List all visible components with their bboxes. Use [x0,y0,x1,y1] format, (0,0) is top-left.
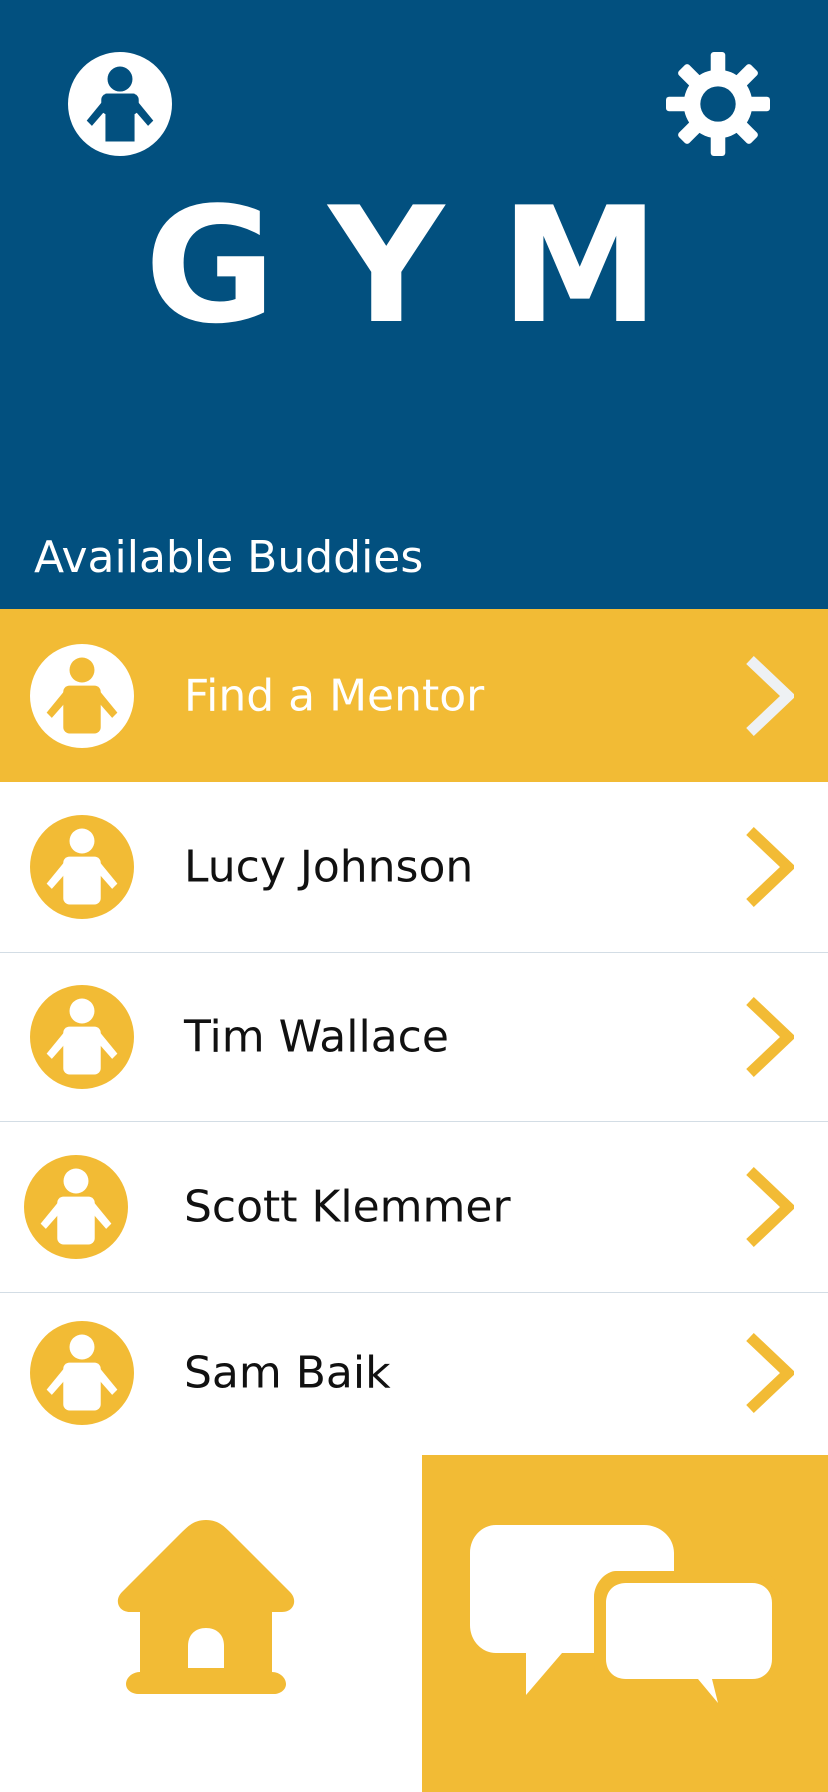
buddy-name: Sam Baik [184,1347,391,1399]
person-icon [30,985,134,1089]
chevron-right-icon [742,655,794,736]
app-header: GYM Available Buddies [0,0,828,609]
user-profile-icon [68,52,172,156]
buddy-avatar [30,1321,134,1425]
person-icon [30,815,134,919]
buddy-row[interactable]: Sam Baik [0,1293,828,1453]
person-icon [24,1155,128,1259]
person-icon [30,643,134,748]
chevron-right-icon [742,997,794,1077]
buddy-avatar [24,1155,128,1259]
chat-bubbles-icon [470,1525,782,1721]
settings-button[interactable] [666,52,770,156]
mentor-avatar [30,643,134,748]
chat-tab[interactable] [422,1455,828,1792]
bottom-tab-bar [0,1455,828,1792]
chevron-right-icon [742,1167,794,1247]
buddy-row[interactable]: Tim Wallace [0,953,828,1122]
buddy-avatar [30,815,134,919]
buddy-row[interactable]: Lucy Johnson [0,782,828,953]
chevron-right-icon [742,1333,794,1413]
profile-button[interactable] [68,52,172,156]
buddy-list: Find a Mentor Lucy Johnson Tim Wallace S… [0,609,828,1453]
buddy-avatar [30,985,134,1089]
home-icon [117,1520,295,1694]
app-title: GYM [144,172,716,359]
find-mentor-label: Find a Mentor [184,670,485,721]
person-icon [30,1321,134,1425]
find-mentor-row[interactable]: Find a Mentor [0,609,828,782]
chevron-right-icon [742,827,794,907]
buddy-name: Tim Wallace [184,1011,449,1063]
buddy-row[interactable]: Scott Klemmer [0,1122,828,1293]
buddy-name: Scott Klemmer [184,1181,511,1233]
buddy-name: Lucy Johnson [184,841,474,893]
gear-icon [666,52,770,156]
home-tab[interactable] [0,1455,422,1792]
section-title: Available Buddies [34,532,424,583]
